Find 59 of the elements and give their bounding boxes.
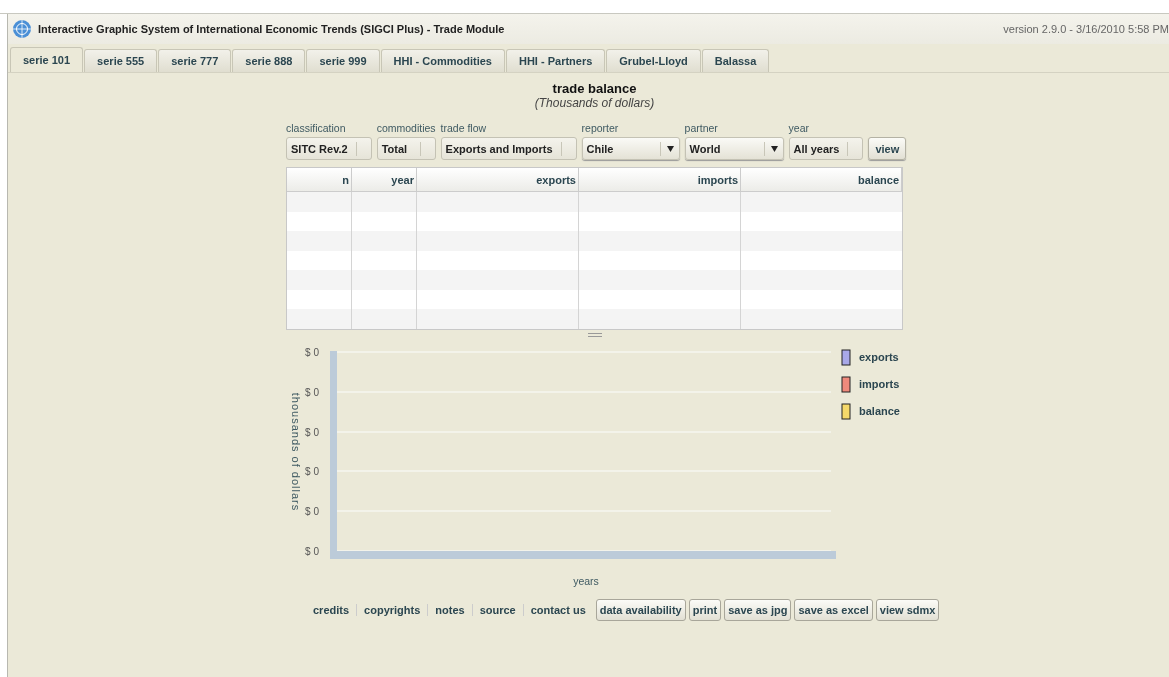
tab[interactable]: Grubel-Lloyd (606, 49, 701, 72)
filter-label: reporter (581, 122, 620, 134)
tab[interactable]: serie 777 (158, 49, 232, 72)
filter-label: year (788, 122, 810, 134)
tab[interactable]: serie 888 (232, 49, 306, 72)
combo-box[interactable]: Total (376, 137, 436, 160)
footer-link[interactable]: notes (427, 603, 472, 616)
view-button[interactable]: view (868, 137, 907, 160)
footer-button[interactable]: view sdmx (875, 598, 940, 621)
footer-link[interactable]: copyrights (356, 603, 428, 616)
y-tick-label: $ 0 (305, 545, 319, 557)
tab[interactable]: serie 999 (306, 49, 380, 72)
filter-label: trade flow (440, 122, 488, 134)
dropdown[interactable]: World (684, 137, 784, 160)
filter-label: classification (286, 122, 347, 134)
y-tick-label: $ 0 (305, 465, 319, 477)
window-title: Interactive Graphic System of International Economic Trends (SIGCI Plus) - Trade Module (38, 23, 506, 35)
y-tick-label: $ 0 (305, 386, 319, 398)
column-header[interactable]: exports (417, 168, 579, 192)
footer-link[interactable]: source (471, 603, 523, 616)
footer-link[interactable]: contact us (522, 603, 593, 616)
chart-subtitle: (Thousands of dollars) (534, 96, 655, 110)
column-header[interactable]: year (352, 168, 417, 192)
y-tick-label: $ 0 (305, 426, 319, 438)
table-cell (352, 192, 417, 212)
combo-box[interactable]: Exports and Imports (440, 137, 577, 160)
table-cell (352, 270, 417, 290)
footer-button[interactable]: data availability (595, 598, 686, 621)
tab[interactable]: serie 101 (10, 47, 84, 72)
tab[interactable]: HHI - Commodities (380, 49, 505, 72)
column-header[interactable]: n (287, 168, 352, 192)
y-tick-label: $ 0 (305, 346, 319, 358)
globe-logo-icon (12, 19, 32, 39)
footer-button[interactable]: save as excel (794, 598, 873, 621)
combo-box[interactable]: All years (788, 137, 864, 160)
dropdown[interactable]: Chile (581, 137, 680, 160)
caret-icon (770, 145, 778, 152)
legend-label: imports (859, 377, 900, 390)
tab[interactable]: HHI - Partners (505, 49, 606, 72)
filter-label: commodities (376, 122, 436, 134)
caret-icon (666, 145, 674, 152)
table-cell (352, 231, 417, 251)
x-axis-title: years (573, 574, 599, 587)
version-text: version 2.9.0 - 3/16/2010 5:58 PM (1003, 23, 1169, 35)
tab[interactable]: Balassa (701, 49, 770, 72)
legend-label: balance (859, 404, 900, 417)
column-header[interactable]: balance (741, 168, 902, 192)
footer-button[interactable]: print (688, 598, 722, 621)
footer-button[interactable]: save as jpg (724, 598, 792, 621)
y-tick-label: $ 0 (305, 505, 319, 517)
legend-label: exports (859, 350, 899, 363)
column-header[interactable]: imports (579, 168, 741, 192)
tab[interactable]: serie 555 (84, 49, 158, 72)
combo-box[interactable]: SITC Rev.2 (286, 137, 372, 160)
resize-grip-icon[interactable] (587, 332, 602, 337)
y-axis-title: thousands of dollars (290, 392, 302, 511)
filter-label: partner (684, 122, 719, 134)
chart-title: trade balance (552, 81, 637, 96)
footer-link[interactable]: credits (306, 603, 357, 616)
